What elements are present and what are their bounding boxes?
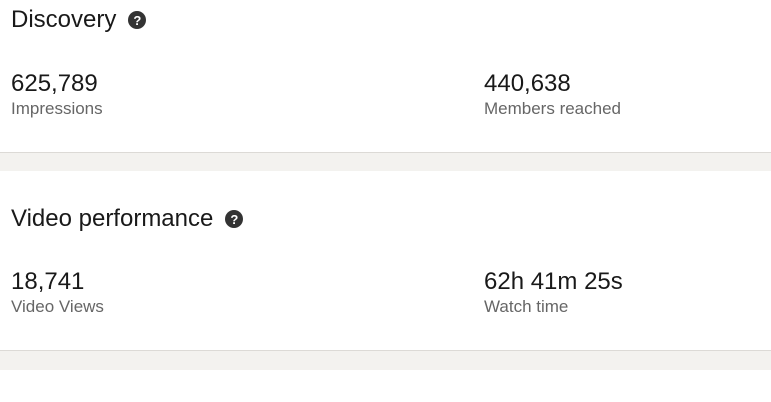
video-views-metric: 18,741 Video Views <box>11 268 104 318</box>
members-reached-value: 440,638 <box>484 70 571 97</box>
members-reached-metric: 440,638 Members reached <box>484 70 621 120</box>
discovery-card: Discovery ? 625,789 Impressions 440,638 … <box>0 0 771 153</box>
discovery-header: Discovery ? <box>11 6 147 34</box>
analytics-page: Discovery ? 625,789 Impressions 440,638 … <box>0 0 771 402</box>
video-performance-header: Video performance ? <box>11 205 244 233</box>
section-divider <box>0 350 771 371</box>
impressions-label: Impressions <box>11 99 103 118</box>
video-performance-title: Video performance <box>11 205 214 232</box>
help-icon[interactable]: ? <box>128 11 147 29</box>
video-views-value: 18,741 <box>11 268 85 295</box>
watch-time-label: Watch time <box>484 297 569 316</box>
watch-time-metric: 62h 41m 25s Watch time <box>484 268 623 318</box>
section-divider <box>0 152 771 172</box>
discovery-title: Discovery <box>11 6 117 33</box>
video-performance-card: Video performance ? 18,741 Video Views 6… <box>0 171 771 351</box>
watch-time-value: 62h 41m 25s <box>484 268 623 295</box>
video-views-label: Video Views <box>11 297 104 316</box>
impressions-metric: 625,789 Impressions <box>11 70 103 120</box>
members-reached-label: Members reached <box>484 99 622 118</box>
impressions-value: 625,789 <box>11 70 98 97</box>
help-icon[interactable]: ? <box>225 210 244 228</box>
next-card <box>0 370 771 402</box>
